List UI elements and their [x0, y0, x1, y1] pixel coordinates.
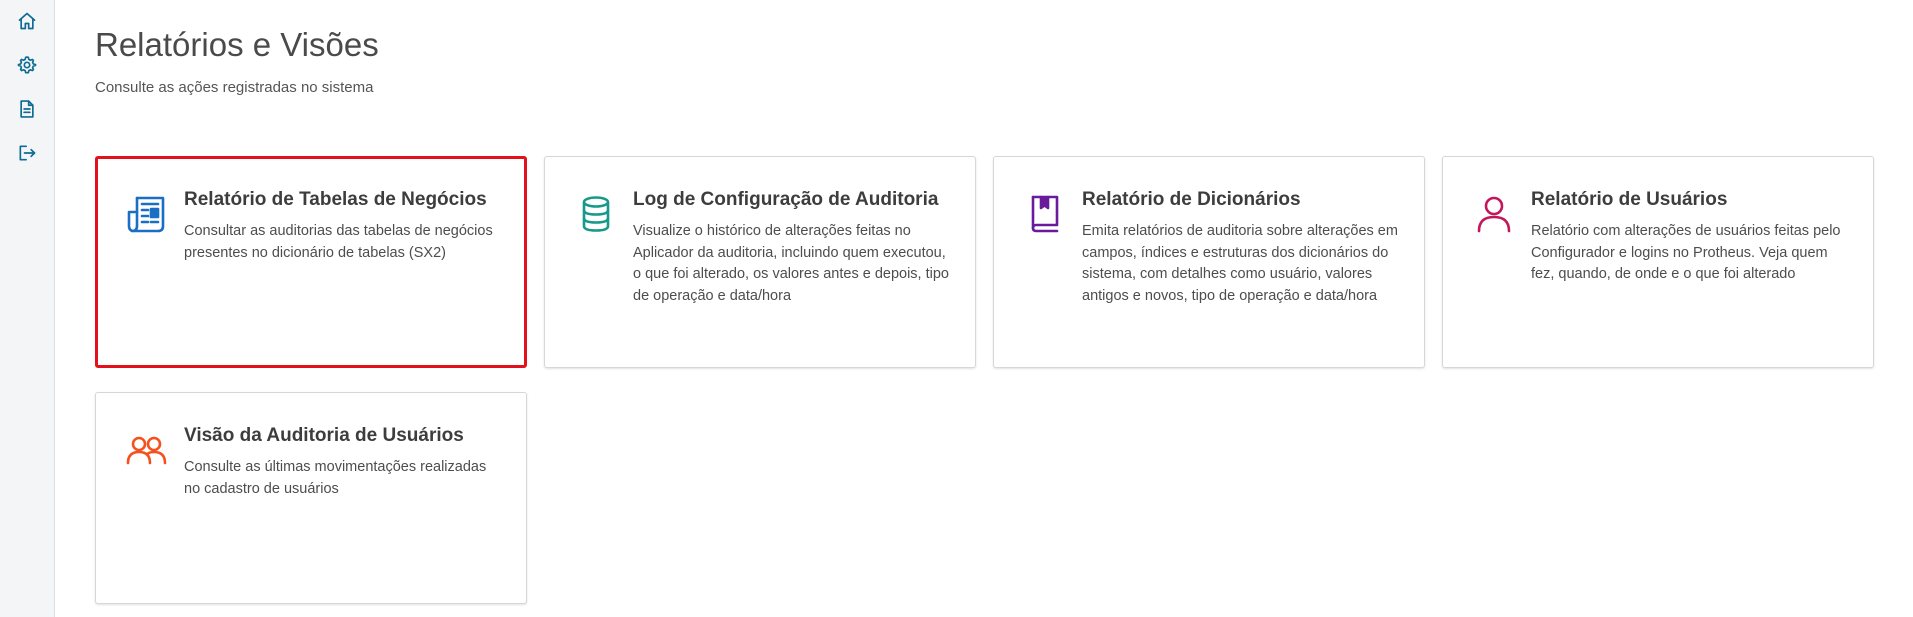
- card-dictionaries-report[interactable]: Relatório de Dicionários Emita relatório…: [993, 156, 1425, 368]
- database-icon: [582, 196, 610, 232]
- user-icon: [1477, 196, 1511, 233]
- card-icon-wrapper: [1024, 193, 1066, 235]
- users-icon: [126, 436, 167, 465]
- sidebar-item-home[interactable]: [14, 8, 40, 34]
- card-users-report[interactable]: Relatório de Usuários Relatório com alte…: [1442, 156, 1874, 368]
- card-title: Relatório de Usuários: [1531, 189, 1728, 210]
- gear-icon: [17, 56, 37, 74]
- sidebar: [0, 0, 55, 617]
- card-description: Visualize o histórico de alterações feit…: [633, 223, 949, 304]
- card-audit-config-log[interactable]: Log de Configuração de Auditoria Visuali…: [544, 156, 976, 368]
- card-description: Consultar as auditorias das tabelas de n…: [184, 223, 493, 261]
- card-icon-wrapper: [126, 429, 168, 471]
- card-title: Relatório de Dicionários: [1082, 189, 1301, 210]
- card-description: Relatório com alterações de usuários fei…: [1531, 223, 1841, 282]
- card-description: Emita relatórios de auditoria sobre alte…: [1082, 223, 1398, 304]
- card-icon-wrapper: [126, 193, 168, 235]
- page-title: Relatórios e Visões: [95, 26, 379, 63]
- card-icon-wrapper: [575, 193, 617, 235]
- card-icon-wrapper: [1473, 193, 1515, 235]
- document-icon: [20, 100, 34, 118]
- main-content: Relatórios e Visões Consulte as ações re…: [56, 0, 1913, 617]
- home-icon: [18, 12, 36, 30]
- card-business-tables-report[interactable]: Relatório de Tabelas de Negócios Consult…: [95, 156, 527, 368]
- page-subtitle: Consulte as ações registradas no sistema: [95, 79, 374, 96]
- sidebar-item-reports[interactable]: [14, 96, 40, 122]
- book-icon: [1031, 195, 1059, 233]
- card-users-audit-view[interactable]: Visão da Auditoria de Usuários Consulte …: [95, 392, 527, 604]
- sidebar-item-logout[interactable]: [14, 140, 40, 166]
- card-title: Log de Configuração de Auditoria: [633, 189, 939, 210]
- card-title: Relatório de Tabelas de Negócios: [184, 189, 487, 210]
- newspaper-icon: [127, 196, 165, 233]
- logout-icon: [19, 145, 36, 161]
- card-description: Consulte as últimas movimentações realiz…: [184, 459, 487, 497]
- card-title: Visão da Auditoria de Usuários: [184, 425, 464, 446]
- sidebar-item-settings[interactable]: [14, 52, 40, 78]
